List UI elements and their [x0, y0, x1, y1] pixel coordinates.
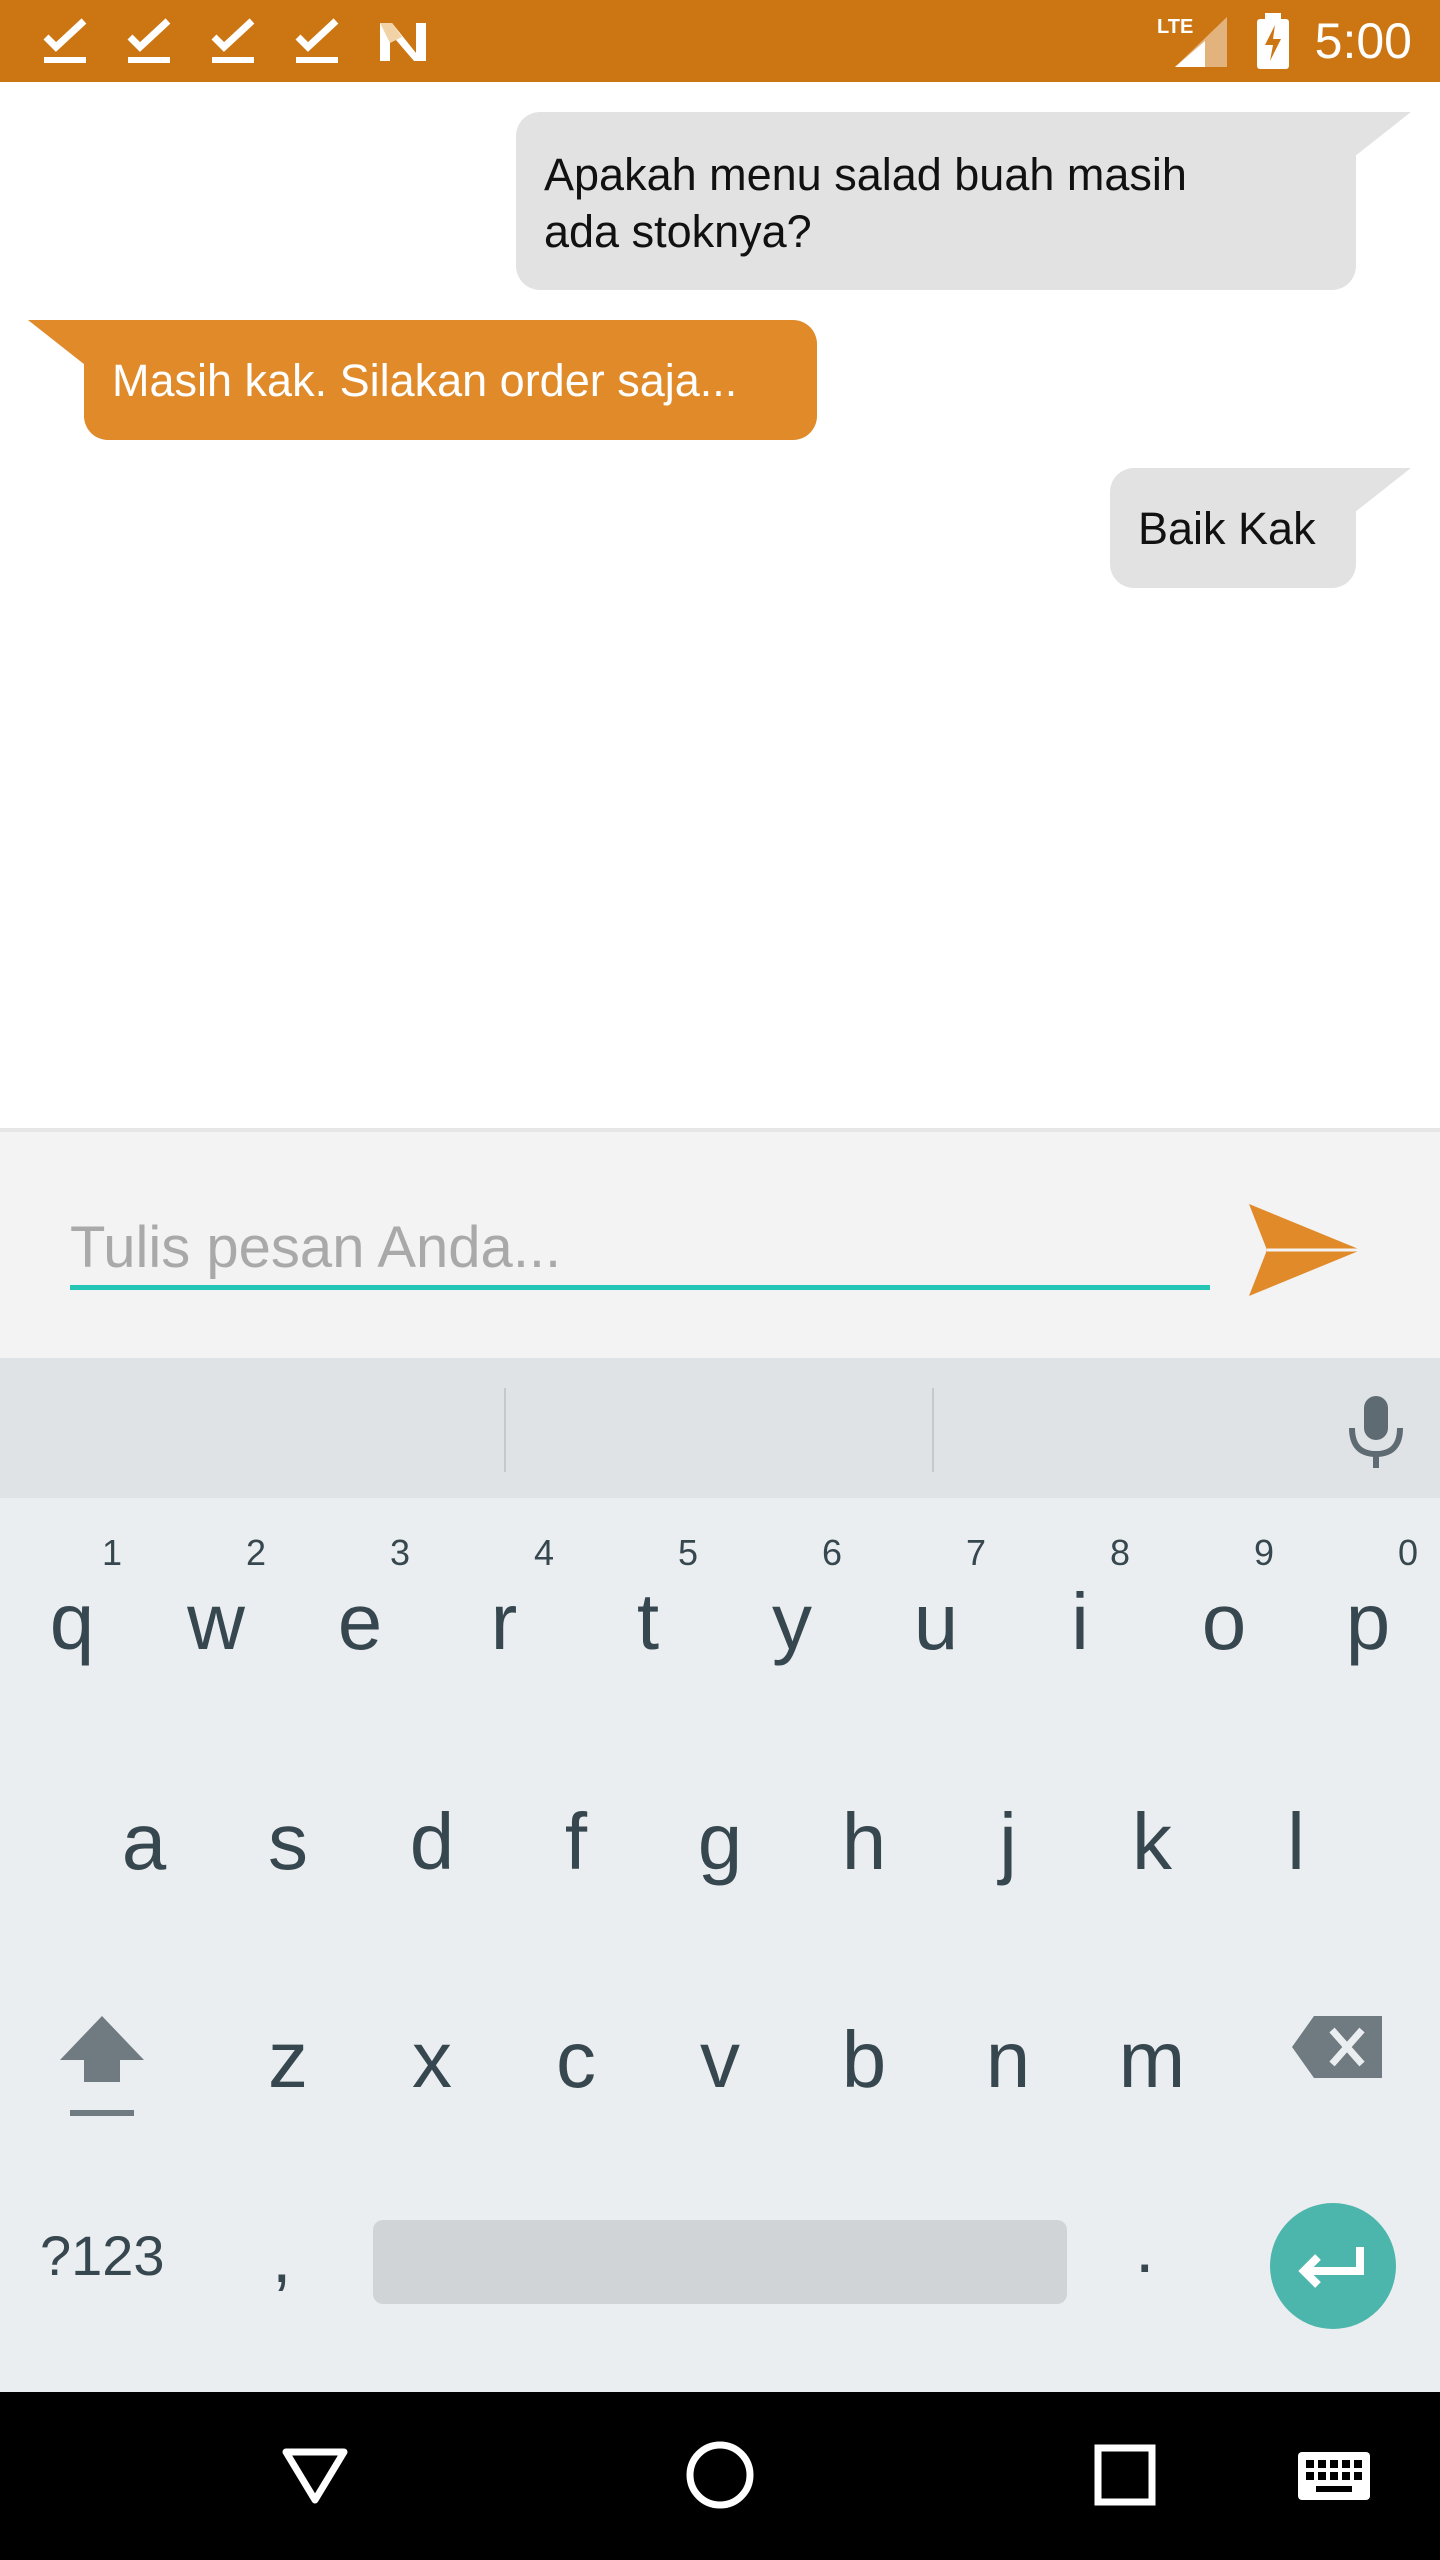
- key-label: o: [1201, 1577, 1247, 1666]
- key-label: r: [490, 1577, 518, 1666]
- key-number-hint: 2: [245, 1532, 266, 1573]
- recents-icon[interactable]: [1082, 2432, 1168, 2518]
- lte-signal-icon: LTE: [1157, 16, 1227, 67]
- key-j[interactable]: j: [968, 1796, 1048, 1888]
- key-d[interactable]: d: [392, 1796, 472, 1888]
- key-label: y: [772, 1577, 812, 1666]
- key-x[interactable]: x: [392, 2014, 472, 2106]
- space-bar[interactable]: [373, 2220, 1067, 2304]
- status-bar: LTE 5:00: [0, 0, 1440, 82]
- chat-bubble: Baik Kak: [1110, 468, 1356, 588]
- check-icon: [295, 18, 339, 63]
- key-p[interactable]: 0p: [1328, 1532, 1418, 1668]
- key-r[interactable]: 4r: [464, 1532, 554, 1668]
- key-label: p: [1345, 1577, 1391, 1666]
- send-button[interactable]: [1245, 1200, 1365, 1300]
- suggestion-strip: [0, 1358, 1440, 1498]
- clock: 5:00: [1314, 13, 1412, 69]
- chat-bubble: Apakah menu salad buah masih ada stoknya…: [516, 112, 1356, 290]
- check-icon: [127, 18, 171, 63]
- suggestion-divider: [932, 1388, 934, 1472]
- key-z[interactable]: z: [248, 2014, 328, 2106]
- key-y[interactable]: 6y: [752, 1532, 842, 1668]
- message-text: Baik Kak: [1138, 503, 1316, 554]
- check-icon: [211, 18, 255, 63]
- mic-icon[interactable]: [1340, 1392, 1412, 1472]
- message-composer: [0, 1128, 1440, 1358]
- soft-keyboard: ?123 , . 1q2w3e4r5t6y7u8i9o0pasdfghjklzx…: [0, 1358, 1440, 2392]
- key-number-hint: 3: [389, 1532, 410, 1573]
- message-text-line: ada stoknya?: [544, 206, 812, 257]
- key-number-hint: 4: [533, 1532, 554, 1573]
- key-m[interactable]: m: [1112, 2014, 1192, 2106]
- key-g[interactable]: g: [680, 1796, 760, 1888]
- key-q[interactable]: 1q: [32, 1532, 122, 1668]
- key-number-hint: 6: [821, 1532, 842, 1573]
- key-i[interactable]: 8i: [1040, 1532, 1130, 1668]
- key-number-hint: 8: [1109, 1532, 1130, 1573]
- shift-key[interactable]: [58, 2010, 146, 2120]
- key-b[interactable]: b: [824, 2014, 904, 2106]
- message-input[interactable]: [70, 1210, 1210, 1290]
- key-number-hint: 9: [1253, 1532, 1274, 1573]
- period-key[interactable]: .: [1135, 2208, 1154, 2288]
- key-l[interactable]: l: [1256, 1796, 1336, 1888]
- network-label: LTE: [1157, 16, 1193, 38]
- key-label: q: [49, 1577, 95, 1666]
- key-e[interactable]: 3e: [320, 1532, 410, 1668]
- key-u[interactable]: 7u: [896, 1532, 986, 1668]
- keyboard-icon[interactable]: [1294, 2432, 1376, 2518]
- suggestion-divider: [504, 1388, 506, 1472]
- navigation-bar: [0, 2392, 1440, 2560]
- key-label: t: [636, 1577, 660, 1666]
- enter-key[interactable]: [1270, 2203, 1396, 2329]
- n-logo-icon: [380, 23, 426, 61]
- key-f[interactable]: f: [536, 1796, 616, 1888]
- key-label: i: [1071, 1577, 1089, 1666]
- comma-key[interactable]: ,: [272, 2218, 291, 2298]
- key-label: w: [187, 1577, 245, 1666]
- key-v[interactable]: v: [680, 2014, 760, 2106]
- chat-bubble: Masih kak. Silakan order saja...: [84, 320, 817, 440]
- key-h[interactable]: h: [824, 1796, 904, 1888]
- key-c[interactable]: c: [536, 2014, 616, 2106]
- key-number-hint: 5: [677, 1532, 698, 1573]
- key-number-hint: 7: [965, 1532, 986, 1573]
- back-icon[interactable]: [272, 2432, 358, 2518]
- key-number-hint: 0: [1397, 1532, 1418, 1573]
- key-k[interactable]: k: [1112, 1796, 1192, 1888]
- check-icon: [43, 18, 87, 63]
- key-label: u: [913, 1577, 959, 1666]
- symbols-key[interactable]: ?123: [40, 2223, 165, 2288]
- enter-icon: [1298, 2247, 1364, 2288]
- message-text: Masih kak. Silakan order saja...: [112, 355, 738, 406]
- key-label: e: [337, 1577, 383, 1666]
- key-o[interactable]: 9o: [1184, 1532, 1274, 1668]
- backspace-key[interactable]: [1290, 2012, 1386, 2082]
- key-n[interactable]: n: [968, 2014, 1048, 2106]
- key-a[interactable]: a: [104, 1796, 184, 1888]
- chat-area[interactable]: Apakah menu salad buah masih ada stoknya…: [0, 82, 1440, 1128]
- notification-icons: [40, 14, 430, 70]
- key-number-hint: 1: [101, 1532, 122, 1573]
- battery-charging-icon: [1256, 13, 1289, 69]
- home-icon[interactable]: [677, 2432, 763, 2518]
- message-text-line: Apakah menu salad buah masih: [544, 149, 1187, 200]
- key-t[interactable]: 5t: [608, 1532, 698, 1668]
- key-s[interactable]: s: [248, 1796, 328, 1888]
- key-w[interactable]: 2w: [176, 1532, 266, 1668]
